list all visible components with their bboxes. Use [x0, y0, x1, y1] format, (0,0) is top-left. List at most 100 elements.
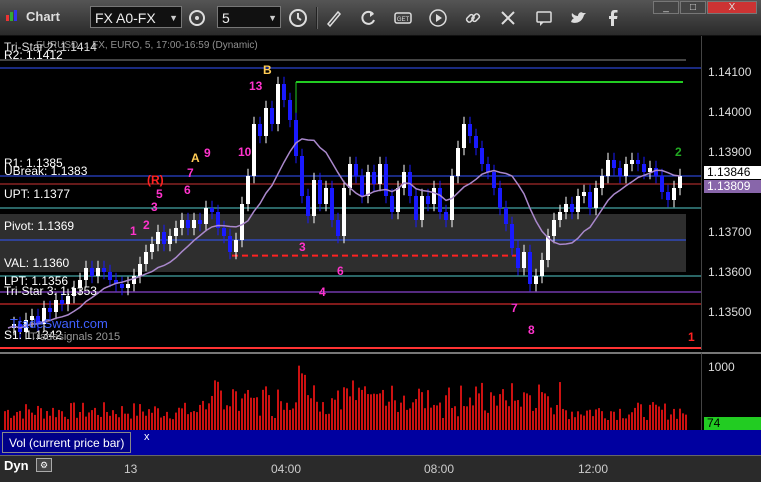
volume-bar	[256, 397, 258, 430]
window-title: Chart	[26, 9, 60, 24]
volume-bar	[73, 402, 75, 430]
candle-body	[534, 276, 538, 284]
lock-icon[interactable]: ⚙	[36, 458, 52, 472]
seq-label: 2	[675, 145, 682, 159]
refresh-icon[interactable]	[358, 8, 378, 28]
seq-label: 2	[143, 218, 150, 232]
volume-bar	[37, 405, 39, 430]
candle-body	[642, 164, 646, 172]
get-data-icon[interactable]: GET	[393, 8, 413, 28]
volume-bar	[562, 408, 564, 430]
seq-label: 6	[184, 183, 191, 197]
volume-bar	[559, 382, 561, 430]
candle-body	[228, 236, 232, 252]
volume-bar	[211, 395, 213, 430]
link-icon[interactable]	[463, 8, 483, 28]
minimize-button[interactable]: _	[653, 1, 679, 14]
seq-label: 10	[238, 145, 252, 159]
volume-bar	[403, 395, 405, 430]
volume-bar	[259, 415, 261, 430]
price-chart[interactable]	[0, 36, 701, 350]
volume-bar	[175, 412, 177, 430]
volume-bar	[235, 391, 237, 430]
volume-bar	[127, 413, 129, 430]
interval-selector[interactable]: 5 ▼	[217, 6, 281, 28]
draw-icon[interactable]	[324, 8, 344, 28]
volume-bar	[193, 411, 195, 430]
close-button[interactable]: X	[707, 1, 757, 14]
volume-bar	[112, 410, 114, 430]
seq-label: 9	[204, 146, 211, 160]
volume-bar	[442, 417, 444, 430]
seq-label: (R)	[147, 173, 164, 187]
candle-body	[522, 252, 526, 268]
volume-bar	[250, 397, 252, 430]
candle-body	[306, 196, 310, 216]
symbol-settings-icon[interactable]	[187, 8, 207, 28]
close-icon[interactable]: x	[144, 431, 150, 443]
dynamic-label: Dyn	[4, 458, 29, 473]
comment-icon[interactable]	[534, 8, 554, 28]
candle-body	[510, 224, 514, 248]
volume-bar	[172, 419, 174, 430]
candle-body	[558, 212, 562, 220]
volume-bar	[676, 418, 678, 430]
symbol-value: FX A0-FX	[95, 10, 156, 26]
volume-bar	[571, 411, 573, 430]
volume-bar	[277, 389, 279, 430]
time-axis[interactable]: 13 04:00 08:00 12:00	[0, 455, 761, 482]
volume-bar	[679, 408, 681, 430]
candle-body	[186, 220, 190, 228]
volume-bar	[511, 383, 513, 430]
candle-body	[276, 84, 280, 124]
chevron-down-icon[interactable]: ▼	[268, 7, 277, 29]
facebook-icon[interactable]	[603, 8, 623, 28]
volume-bar	[241, 398, 243, 430]
volume-indicator-label[interactable]: Vol (current price bar)	[2, 432, 132, 453]
symbol-selector[interactable]: FX A0-FX ▼	[90, 6, 182, 28]
twitter-icon[interactable]	[568, 8, 588, 28]
volume-bar	[640, 404, 642, 430]
maximize-button[interactable]: □	[680, 1, 706, 14]
volume-bar	[190, 412, 192, 430]
volume-bar	[16, 412, 18, 430]
play-icon[interactable]	[428, 8, 448, 28]
price-tick: 1.14000	[708, 105, 752, 119]
chevron-down-icon[interactable]: ▼	[169, 7, 178, 29]
volume-bar	[595, 409, 597, 430]
volume-bar	[658, 406, 660, 430]
volume-bar	[496, 405, 498, 430]
ubreak-label: UBreak: 1.1383	[4, 164, 88, 178]
volume-bar	[610, 411, 612, 430]
volume-bar	[163, 415, 165, 430]
price-axis[interactable]: 1.14100 1.14000 1.13900 1.13700 1.13600 …	[701, 36, 761, 350]
candle-body	[516, 248, 520, 268]
volume-bar	[655, 404, 657, 430]
volume-bar	[268, 395, 270, 430]
settings-icon[interactable]	[498, 8, 518, 28]
volume-bar	[457, 416, 459, 430]
candle-body	[348, 164, 352, 188]
seq-label: 4	[319, 285, 326, 299]
clock-icon[interactable]	[288, 8, 308, 28]
volume-bar	[418, 388, 420, 430]
volume-bar	[397, 411, 399, 430]
volume-bar	[205, 409, 207, 430]
letter-label: A	[191, 151, 200, 165]
volume-bar	[43, 418, 45, 430]
candle-body	[204, 208, 208, 224]
price-tick: 1.13500	[708, 305, 752, 319]
volume-bar	[631, 412, 633, 430]
volume-bar	[424, 408, 426, 430]
volume-bar	[466, 406, 468, 430]
candle-body	[126, 284, 130, 288]
tristar3-label: Tri-Star 3: 1.1353	[4, 284, 97, 298]
volume-bar	[607, 419, 609, 430]
volume-bar	[361, 389, 363, 430]
volume-chart[interactable]	[0, 352, 701, 432]
candle-body	[300, 156, 304, 196]
volume-bar	[412, 402, 414, 430]
volume-bar	[625, 418, 627, 430]
volume-bar	[391, 385, 393, 430]
candle-body	[372, 172, 376, 184]
